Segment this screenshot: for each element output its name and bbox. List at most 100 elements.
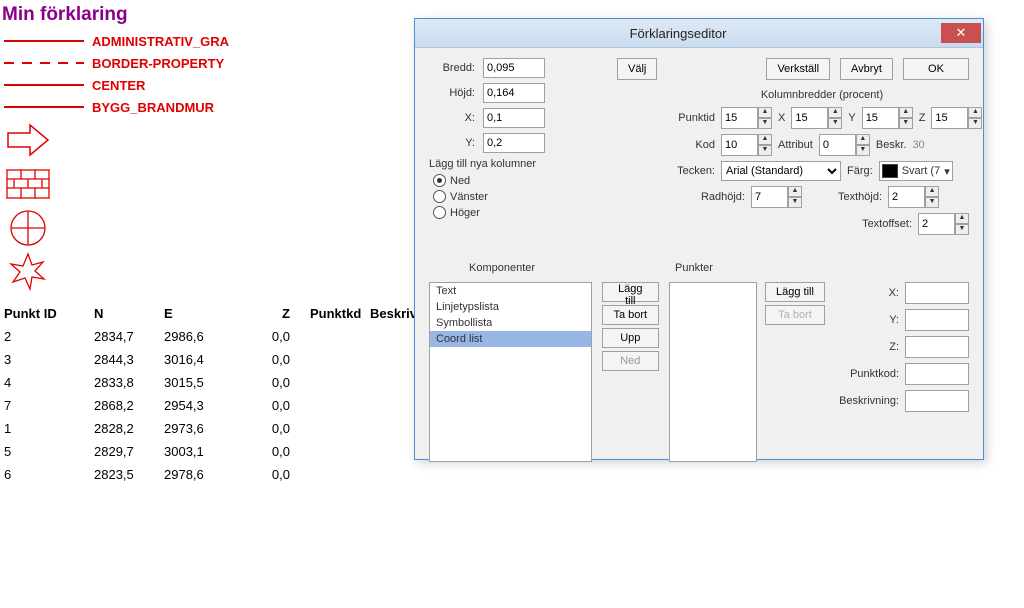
spin-input[interactable] (819, 134, 856, 156)
spin-input[interactable] (931, 107, 968, 129)
spin-kod[interactable]: ▲▼ (721, 134, 772, 156)
pf-input-pk[interactable] (905, 363, 969, 385)
pf-label-y: Y: (833, 314, 899, 326)
radio-hoger[interactable]: Höger (429, 206, 609, 219)
label-xcol: X (778, 112, 785, 124)
spin-down[interactable]: ▼ (856, 145, 870, 156)
cell-id: 7 (0, 398, 94, 413)
value-beskr: 30 (912, 139, 924, 151)
spin-up[interactable]: ▲ (828, 107, 842, 118)
radio-vanster[interactable]: Vänster (429, 190, 609, 203)
cell-pk (290, 467, 370, 482)
spin-input[interactable] (721, 134, 758, 156)
valj-button[interactable]: Välj (617, 58, 657, 80)
spin-up[interactable]: ▲ (955, 213, 969, 224)
pf-input-y[interactable] (905, 309, 969, 331)
cell-n: 2834,7 (94, 329, 164, 344)
spin-y[interactable]: ▲▼ (862, 107, 913, 129)
cell-z: 0,0 (234, 444, 290, 459)
legend-line (4, 84, 84, 86)
spin-up[interactable]: ▲ (758, 134, 772, 145)
input-hojd[interactable] (483, 83, 545, 103)
spin-down[interactable]: ▼ (758, 118, 772, 129)
th-pk: Punktkd (290, 306, 370, 321)
th-n: N (94, 306, 164, 321)
spin-down[interactable]: ▼ (968, 118, 982, 129)
pf-input-be[interactable] (905, 390, 969, 412)
close-button[interactable]: ✕ (941, 23, 981, 43)
komp-item[interactable]: Linjetypslista (430, 299, 591, 315)
komp-up-button[interactable]: Upp (602, 328, 659, 348)
select-tecken[interactable]: Arial (Standard) (721, 161, 841, 181)
radio-icon (433, 206, 446, 219)
spin-x[interactable]: ▲▼ (791, 107, 842, 129)
spin-up[interactable]: ▲ (758, 107, 772, 118)
spin-input[interactable] (751, 186, 788, 208)
spin-input[interactable] (888, 186, 925, 208)
cell-pk (290, 375, 370, 390)
label-textoffset: Textoffset: (862, 218, 912, 230)
cell-id: 4 (0, 375, 94, 390)
spin-up[interactable]: ▲ (856, 134, 870, 145)
select-farg[interactable]: Svart (7▾ (879, 161, 953, 181)
radio-icon (433, 174, 446, 187)
cell-n: 2823,5 (94, 467, 164, 482)
label-komponenter: Komponenter (469, 262, 535, 274)
input-y[interactable] (483, 133, 545, 153)
spin-up[interactable]: ▲ (968, 107, 982, 118)
komponenter-list[interactable]: TextLinjetypslistaSymbollistaCoord list (429, 282, 592, 462)
verkstall-button[interactable]: Verkställ (766, 58, 830, 80)
cell-n: 2844,3 (94, 352, 164, 367)
pf-input-z[interactable] (905, 336, 969, 358)
pf-input-x[interactable] (905, 282, 969, 304)
punkter-list[interactable] (669, 282, 757, 462)
ok-button[interactable]: OK (903, 58, 969, 80)
radio-ned[interactable]: Ned (429, 174, 609, 187)
label-x: X: (429, 112, 475, 124)
chevron-down-icon: ▾ (944, 165, 950, 178)
spin-input[interactable] (862, 107, 899, 129)
titlebar[interactable]: Förklaringseditor ✕ (415, 19, 983, 48)
spin-down[interactable]: ▼ (899, 118, 913, 129)
avbryt-button[interactable]: Avbryt (840, 58, 893, 80)
spin-input[interactable] (721, 107, 758, 129)
cell-e: 3016,4 (164, 352, 234, 367)
input-bredd[interactable] (483, 58, 545, 78)
cell-z: 0,0 (234, 398, 290, 413)
spin-up[interactable]: ▲ (788, 186, 802, 197)
color-swatch (882, 164, 898, 178)
komp-add-button[interactable]: Lägg till (602, 282, 659, 302)
spin-textoffset[interactable]: ▲▼ (918, 213, 969, 235)
brick-icon (4, 164, 52, 204)
label-punkter: Punkter (675, 262, 713, 274)
punk-remove-button[interactable]: Ta bort (765, 305, 825, 325)
spin-down[interactable]: ▼ (925, 197, 939, 208)
input-x[interactable] (483, 108, 545, 128)
th-id: Punkt ID (0, 306, 94, 321)
punk-add-button[interactable]: Lägg till (765, 282, 825, 302)
spin-texthojd[interactable]: ▲▼ (888, 186, 939, 208)
komp-item[interactable]: Text (430, 283, 591, 299)
komp-down-button[interactable]: Ned (602, 351, 659, 371)
spin-down[interactable]: ▼ (828, 118, 842, 129)
spin-up[interactable]: ▲ (899, 107, 913, 118)
dialog-title: Förklaringseditor (415, 26, 941, 41)
komp-remove-button[interactable]: Ta bort (602, 305, 659, 325)
spin-attribut[interactable]: ▲▼ (819, 134, 870, 156)
label-bredd: Bredd: (429, 62, 475, 74)
cell-e: 2954,3 (164, 398, 234, 413)
spin-z[interactable]: ▲▼ (931, 107, 982, 129)
komp-item[interactable]: Coord list (430, 331, 591, 347)
spin-input[interactable] (791, 107, 828, 129)
spin-input[interactable] (918, 213, 955, 235)
spin-up[interactable]: ▲ (925, 186, 939, 197)
spin-radhojd[interactable]: ▲▼ (751, 186, 802, 208)
cell-z: 0,0 (234, 329, 290, 344)
komp-item[interactable]: Symbollista (430, 315, 591, 331)
spin-punktid[interactable]: ▲▼ (721, 107, 772, 129)
cell-id: 6 (0, 467, 94, 482)
spin-down[interactable]: ▼ (955, 224, 969, 235)
th-z: Z (234, 306, 290, 321)
spin-down[interactable]: ▼ (758, 145, 772, 156)
spin-down[interactable]: ▼ (788, 197, 802, 208)
